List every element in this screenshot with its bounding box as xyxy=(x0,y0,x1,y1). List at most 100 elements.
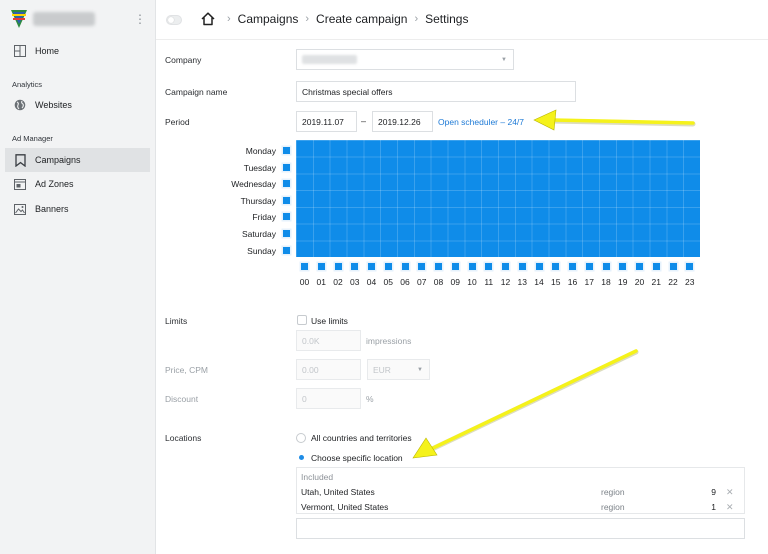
day-label[interactable]: Wednesday xyxy=(231,179,276,189)
hour-toggle[interactable] xyxy=(317,263,325,270)
discount-input[interactable]: 0 xyxy=(296,388,361,409)
hour-label[interactable]: 08 xyxy=(430,277,447,287)
hour-label[interactable]: 14 xyxy=(531,277,548,287)
hour-label[interactable]: 06 xyxy=(397,277,414,287)
hour-toggle[interactable] xyxy=(602,263,610,270)
day-label[interactable]: Monday xyxy=(246,146,276,156)
impressions-input[interactable]: 0.0K xyxy=(296,330,361,351)
remove-icon[interactable]: ✕ xyxy=(726,487,734,498)
day-label[interactable]: Tuesday xyxy=(244,163,276,173)
location-row: Vermont, United States region 1 ✕ xyxy=(296,502,745,517)
use-limits-label: Use limits xyxy=(311,316,348,326)
day-toggle[interactable] xyxy=(283,246,290,254)
hour-toggle[interactable] xyxy=(351,263,359,270)
day-label[interactable]: Saturday xyxy=(242,229,276,239)
hour-label[interactable]: 12 xyxy=(497,277,514,287)
chevron-down-icon: ▼ xyxy=(417,367,423,373)
more-menu-icon[interactable]: ⋮ xyxy=(134,11,146,27)
hour-label[interactable]: 07 xyxy=(413,277,430,287)
hour-toggle[interactable] xyxy=(502,263,509,270)
hour-toggle[interactable] xyxy=(384,263,392,270)
hour-toggle[interactable] xyxy=(301,263,308,270)
hour-label[interactable]: 13 xyxy=(514,277,531,287)
scheduler-grid[interactable] xyxy=(296,140,700,257)
hour-toggle[interactable] xyxy=(518,263,526,270)
hour-toggle[interactable] xyxy=(435,263,442,270)
hour-toggle[interactable] xyxy=(636,263,643,270)
day-label[interactable]: Friday xyxy=(252,212,276,222)
hour-toggle[interactable] xyxy=(552,263,560,270)
hour-label[interactable]: 23 xyxy=(681,277,698,287)
hour-label[interactable]: 05 xyxy=(380,277,397,287)
specific-location-radio[interactable] xyxy=(296,452,306,462)
sidebar-item-banners[interactable]: Banners xyxy=(5,197,150,221)
hour-label[interactable]: 03 xyxy=(346,277,363,287)
day-label[interactable]: Thursday xyxy=(241,196,276,206)
remove-icon[interactable]: ✕ xyxy=(726,502,734,513)
sidebar-section-ad-manager: Ad Manager xyxy=(12,134,53,143)
hour-toggle[interactable] xyxy=(334,263,342,270)
hour-toggle[interactable] xyxy=(669,263,677,270)
hour-label[interactable]: 04 xyxy=(363,277,380,287)
use-limits-checkbox[interactable] xyxy=(297,315,307,325)
hour-toggle[interactable] xyxy=(585,263,593,270)
hour-label[interactable]: 00 xyxy=(296,277,313,287)
hour-label[interactable]: 15 xyxy=(547,277,564,287)
day-toggle[interactable] xyxy=(283,147,290,154)
location-row: Utah, United States region 9 ✕ xyxy=(296,487,745,502)
hour-label[interactable]: 16 xyxy=(564,277,581,287)
sidebar-item-ad-zones[interactable]: Ad Zones xyxy=(5,172,150,196)
breadcrumb-create-campaign[interactable]: Create campaign xyxy=(316,12,407,26)
hour-label[interactable]: 10 xyxy=(464,277,481,287)
currency-select[interactable]: EUR ▼ xyxy=(367,359,430,380)
hour-toggle[interactable] xyxy=(418,263,426,270)
hour-toggle[interactable] xyxy=(468,263,476,270)
open-scheduler-link[interactable]: Open scheduler – 24/7 xyxy=(438,117,524,127)
hour-label[interactable]: 09 xyxy=(447,277,464,287)
hour-toggle[interactable] xyxy=(569,263,576,270)
included-header: Included xyxy=(301,472,334,482)
location-count: 1 xyxy=(711,502,716,512)
sidebar-item-label: Websites xyxy=(35,100,72,110)
sidebar-item-campaigns[interactable]: Campaigns xyxy=(5,148,150,172)
hour-toggle[interactable] xyxy=(652,263,660,270)
sidebar-toggle[interactable] xyxy=(166,15,182,25)
sidebar-item-websites[interactable]: Websites xyxy=(5,93,150,117)
period-end-input[interactable]: 2019.12.26 xyxy=(372,111,433,132)
hour-label[interactable]: 21 xyxy=(648,277,665,287)
hour-toggle[interactable] xyxy=(368,263,375,270)
hour-label[interactable]: 01 xyxy=(313,277,330,287)
bookmark-icon xyxy=(13,153,27,167)
hour-label[interactable]: 19 xyxy=(614,277,631,287)
campaign-name-input[interactable]: Christmas special offers xyxy=(296,81,576,102)
price-input[interactable]: 0.00 xyxy=(296,359,361,380)
hour-toggle[interactable] xyxy=(401,263,409,270)
location-search-input[interactable] xyxy=(296,518,745,539)
day-toggle[interactable] xyxy=(283,180,290,188)
day-label[interactable]: Sunday xyxy=(247,246,276,256)
sidebar-item-label: Ad Zones xyxy=(35,179,74,189)
period-start-input[interactable]: 2019.11.07 xyxy=(296,111,357,132)
sidebar-item-home[interactable]: Home xyxy=(5,39,150,63)
all-countries-radio[interactable] xyxy=(296,433,306,443)
hour-label[interactable]: 17 xyxy=(581,277,598,287)
day-toggle[interactable] xyxy=(283,163,290,171)
hour-label[interactable]: 18 xyxy=(598,277,615,287)
home-icon[interactable] xyxy=(200,11,216,27)
breadcrumb-campaigns[interactable]: Campaigns xyxy=(238,12,299,26)
hour-toggle[interactable] xyxy=(535,263,543,270)
day-toggle[interactable] xyxy=(283,230,290,237)
hour-toggle[interactable] xyxy=(686,263,694,270)
day-toggle[interactable] xyxy=(283,196,290,204)
scheduler-arrow-icon xyxy=(533,109,696,131)
day-toggle[interactable] xyxy=(283,213,290,221)
hour-label[interactable]: 11 xyxy=(480,277,497,287)
hour-toggle[interactable] xyxy=(451,263,459,270)
hour-toggle[interactable] xyxy=(619,263,627,270)
sidebar-item-label: Banners xyxy=(35,204,69,214)
hour-toggle[interactable] xyxy=(485,263,493,270)
company-select[interactable]: ▼ xyxy=(296,49,514,70)
hour-label[interactable]: 02 xyxy=(330,277,347,287)
hour-label[interactable]: 20 xyxy=(631,277,648,287)
hour-label[interactable]: 22 xyxy=(665,277,682,287)
